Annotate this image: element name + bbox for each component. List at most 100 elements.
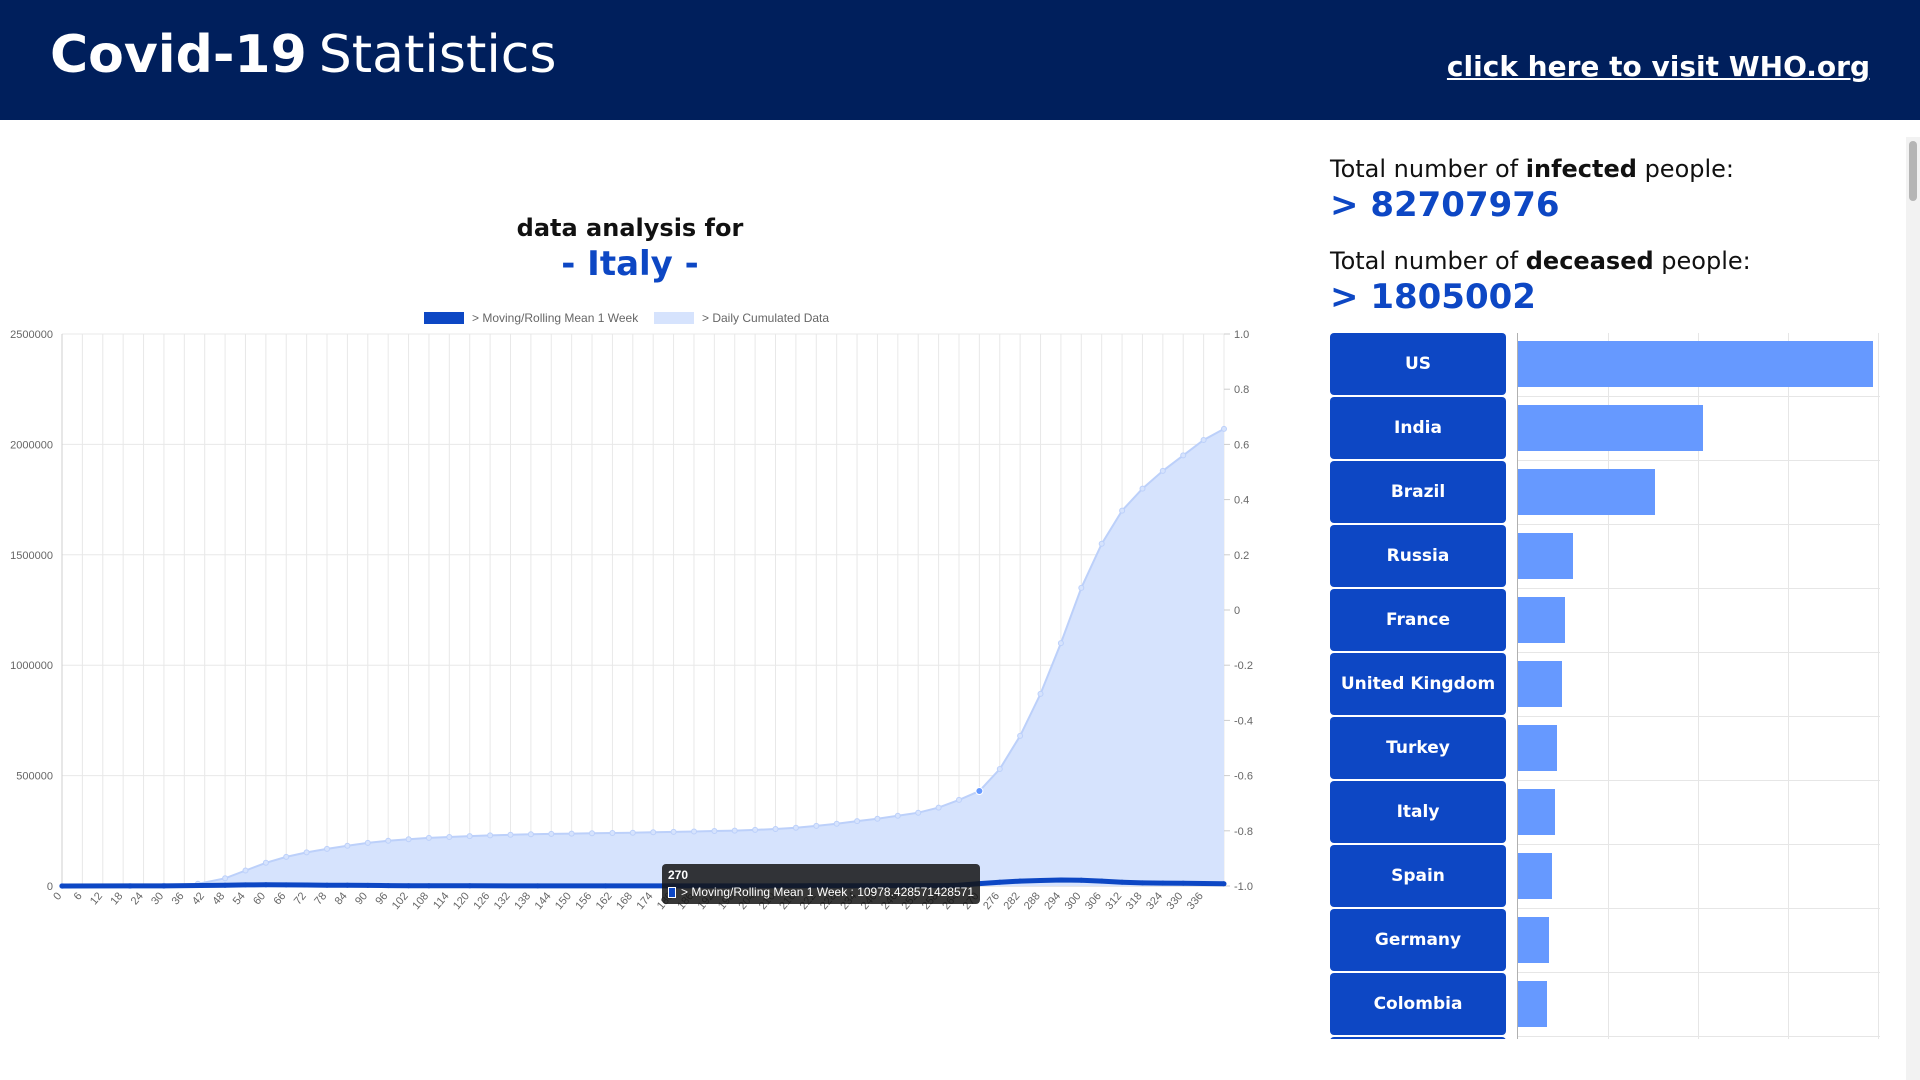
ranking-row: Russia (1330, 525, 1880, 587)
x-tick-label: 114 (431, 890, 451, 911)
point-rolling-mean (1017, 878, 1023, 884)
country-button[interactable]: Russia (1330, 525, 1506, 587)
x-tick-label: 54 (231, 890, 248, 907)
point-daily-cumulated (650, 829, 657, 836)
ranking-row: Italy (1330, 781, 1880, 843)
country-bar (1518, 341, 1873, 387)
x-tick-label: 18 (108, 890, 125, 907)
line-chart[interactable]: 0 6 12 18 24 30 36 42 48 54 60 66 72 78 84 90 96 102 108 11… (0, 300, 1260, 940)
point-daily-cumulated (996, 766, 1003, 772)
x-tick-label: 156 (573, 890, 594, 912)
point-daily-cumulated (303, 849, 310, 856)
x-tick-label: 96 (373, 890, 390, 907)
point-rolling-mean (1038, 878, 1043, 883)
country-button[interactable]: United Kingdom (1330, 653, 1506, 715)
y-tick-label: 1500000 (10, 550, 53, 562)
x-tick-label: 24 (129, 890, 146, 907)
infected-label: Total number of infected people: (1330, 155, 1850, 183)
hover-point (975, 787, 984, 796)
page-scrollbar[interactable] (1906, 137, 1920, 1080)
point-daily-cumulated (364, 839, 371, 846)
ranking-row: Colombia (1330, 973, 1880, 1035)
country-button[interactable]: France (1330, 589, 1506, 651)
point-daily-cumulated (1078, 584, 1085, 591)
point-rolling-mean (222, 882, 228, 888)
point-rolling-mean (1221, 881, 1227, 887)
point-daily-cumulated (344, 842, 351, 849)
point-daily-cumulated (242, 867, 249, 874)
y2-tick-label: 0.2 (1234, 550, 1249, 562)
point-rolling-mean (324, 882, 330, 888)
deceased-bold: deceased (1525, 247, 1654, 275)
point-daily-cumulated (731, 827, 738, 834)
point-daily-cumulated (691, 828, 697, 835)
ranking-row: Germany (1330, 909, 1880, 971)
x-tick-label: 276 (981, 890, 1002, 912)
country-button[interactable]: Brazil (1330, 461, 1506, 523)
legend-label-rolling-mean: > Moving/Rolling Mean 1 Week (472, 311, 639, 325)
point-daily-cumulated (385, 837, 392, 844)
y-tick-label: 0 (47, 881, 53, 893)
country-button[interactable]: Spain (1330, 845, 1506, 907)
point-rolling-mean (161, 883, 167, 889)
point-rolling-mean (59, 883, 65, 889)
chart-tooltip: 270 > Moving/Rolling Mean 1 Week : 10978… (662, 864, 980, 904)
country-button-partial[interactable] (1330, 1037, 1506, 1039)
x-tick-label: 108 (410, 890, 431, 912)
x-tick-label: 84 (333, 890, 350, 907)
country-button[interactable]: Italy (1330, 781, 1506, 843)
infected-bold: infected (1525, 155, 1637, 183)
scrollbar-thumb[interactable] (1909, 141, 1917, 201)
point-daily-cumulated (222, 875, 229, 882)
point-daily-cumulated (956, 796, 962, 803)
x-tick-label: 330 (1165, 890, 1186, 912)
point-daily-cumulated (589, 830, 595, 837)
ranking-row: Brazil (1330, 461, 1880, 523)
country-button[interactable]: Colombia (1330, 973, 1506, 1035)
country-button[interactable]: US (1330, 333, 1506, 395)
y2-tick-label: -1.0 (1234, 881, 1253, 893)
point-daily-cumulated (915, 809, 922, 816)
point-daily-cumulated (548, 830, 555, 837)
country-button[interactable]: Turkey (1330, 717, 1506, 779)
country-button[interactable]: India (1330, 397, 1506, 459)
point-daily-cumulated (894, 812, 901, 819)
tooltip-label: > Moving/Rolling Mean 1 Week : 10978.428… (681, 885, 974, 899)
country-bar (1518, 725, 1558, 771)
ranking-row: United Kingdom (1330, 653, 1880, 715)
x-tick-label: 300 (1063, 890, 1084, 912)
y2-tick-label: -0.2 (1234, 660, 1253, 672)
deceased-label: Total number of deceased people: (1330, 247, 1850, 275)
country-bar (1518, 597, 1566, 643)
point-daily-cumulated (283, 853, 290, 860)
x-tick-label: 138 (512, 890, 533, 912)
x-tick-label: 126 (471, 890, 492, 912)
x-tick-label: 132 (492, 890, 513, 912)
x-tick-label: 6 (72, 890, 85, 902)
country-bar (1518, 981, 1548, 1027)
deceased-prefix: Total number of (1330, 247, 1526, 275)
x-tick-label: 312 (1103, 890, 1124, 912)
x-tick-label: 288 (1022, 890, 1043, 912)
point-daily-cumulated (527, 831, 534, 838)
y-tick-label: 2000000 (10, 439, 53, 451)
x-tick-label: 294 (1042, 890, 1063, 912)
who-link[interactable]: click here to visit WHO.org (1447, 50, 1870, 83)
point-rolling-mean (1119, 879, 1125, 885)
ranking-row: US (1330, 333, 1880, 395)
country-bar (1518, 789, 1555, 835)
point-daily-cumulated (425, 834, 432, 841)
point-daily-cumulated (670, 828, 677, 835)
x-tick-label: 72 (292, 890, 309, 907)
ranking-row: France (1330, 589, 1880, 651)
chart-heading: data analysis for (516, 214, 744, 242)
country-button[interactable]: Germany (1330, 909, 1506, 971)
point-rolling-mean (1180, 880, 1186, 886)
legend-label-daily-cumulated: > Daily Cumulated Data (702, 311, 829, 325)
x-tick-label: 120 (451, 890, 472, 912)
x-tick-label: 90 (353, 890, 370, 907)
point-daily-cumulated (1057, 640, 1064, 647)
point-daily-cumulated (752, 826, 759, 833)
point-rolling-mean (283, 882, 289, 888)
point-rolling-mean (385, 883, 391, 889)
